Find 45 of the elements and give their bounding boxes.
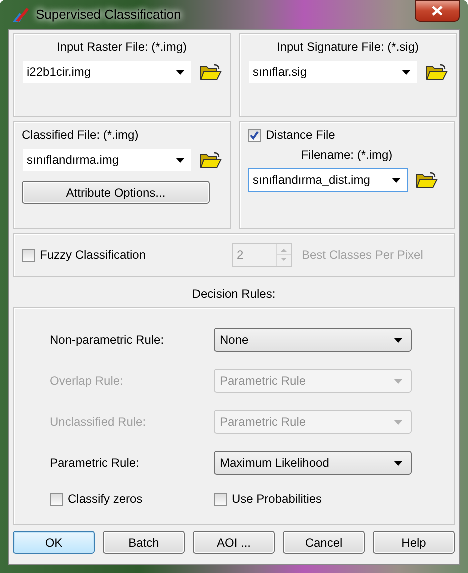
dropdown-arrow-icon — [394, 460, 403, 466]
close-button[interactable] — [415, 0, 460, 22]
checkbox-label: Classify zeros — [68, 492, 143, 506]
dialog-button[interactable]: AOI ... — [193, 531, 275, 554]
dropdown-arrow-icon — [176, 70, 185, 74]
field-label: Filename: (*.img) — [300, 148, 394, 162]
open-folder-icon[interactable] — [416, 172, 438, 188]
open-folder-icon[interactable] — [426, 64, 448, 80]
dialog-button[interactable]: Help — [373, 531, 455, 554]
dialog-button[interactable]: OK — [13, 531, 95, 554]
dropdown-arrow-icon — [394, 420, 403, 424]
file-combo-box[interactable]: i22b1cir.img — [22, 60, 192, 84]
file-combo-box[interactable]: sınıflandırma_dist.img — [248, 168, 408, 192]
section-title: Decision Rules: — [192, 287, 276, 301]
field-label: Classified File: (*.img) — [22, 128, 140, 142]
dialog-button[interactable]: Batch — [103, 531, 185, 554]
open-folder-icon[interactable] — [200, 64, 222, 80]
checkbox-label: Fuzzy Classification — [40, 248, 146, 262]
spin-box-caption: Best Classes Per Pixel — [302, 248, 424, 262]
checkbox[interactable] — [214, 492, 227, 506]
rule-label: Non-parametric Rule: — [50, 333, 166, 347]
dropdown-arrow-icon — [402, 70, 411, 74]
file-combo-box[interactable]: sınıflar.sig — [248, 60, 418, 84]
app-icon — [12, 6, 30, 22]
dropdown-arrow-icon — [176, 158, 185, 162]
open-folder-icon[interactable] — [200, 152, 222, 168]
field-label: Input Signature File: (*.sig) — [276, 40, 420, 54]
rule-dropdown[interactable]: Maximum Likelihood — [214, 451, 412, 475]
rule-dropdown[interactable]: None — [214, 328, 412, 352]
checkbox[interactable] — [50, 492, 63, 506]
dropdown-arrow-icon — [392, 178, 401, 182]
checkbox[interactable] — [248, 128, 261, 142]
rule-label: Overlap Rule: — [50, 374, 124, 388]
attribute-options-button[interactable]: Attribute Options... — [22, 181, 210, 204]
checkbox-label: Use Probabilities — [232, 492, 322, 506]
rule-label: Unclassified Rule: — [50, 415, 148, 429]
rule-label: Parametric Rule: — [50, 456, 140, 470]
dialog-button[interactable]: Cancel — [283, 531, 365, 554]
checkbox-label: Distance File — [266, 128, 336, 142]
dropdown-arrow-icon — [394, 378, 403, 384]
close-icon — [432, 6, 443, 16]
window-title: Supervised Classification — [36, 7, 182, 22]
file-combo-box[interactable]: sınıflandırma.img — [22, 148, 192, 172]
field-label: Input Raster File: (*.img) — [56, 40, 188, 54]
dropdown-arrow-icon — [394, 338, 403, 342]
